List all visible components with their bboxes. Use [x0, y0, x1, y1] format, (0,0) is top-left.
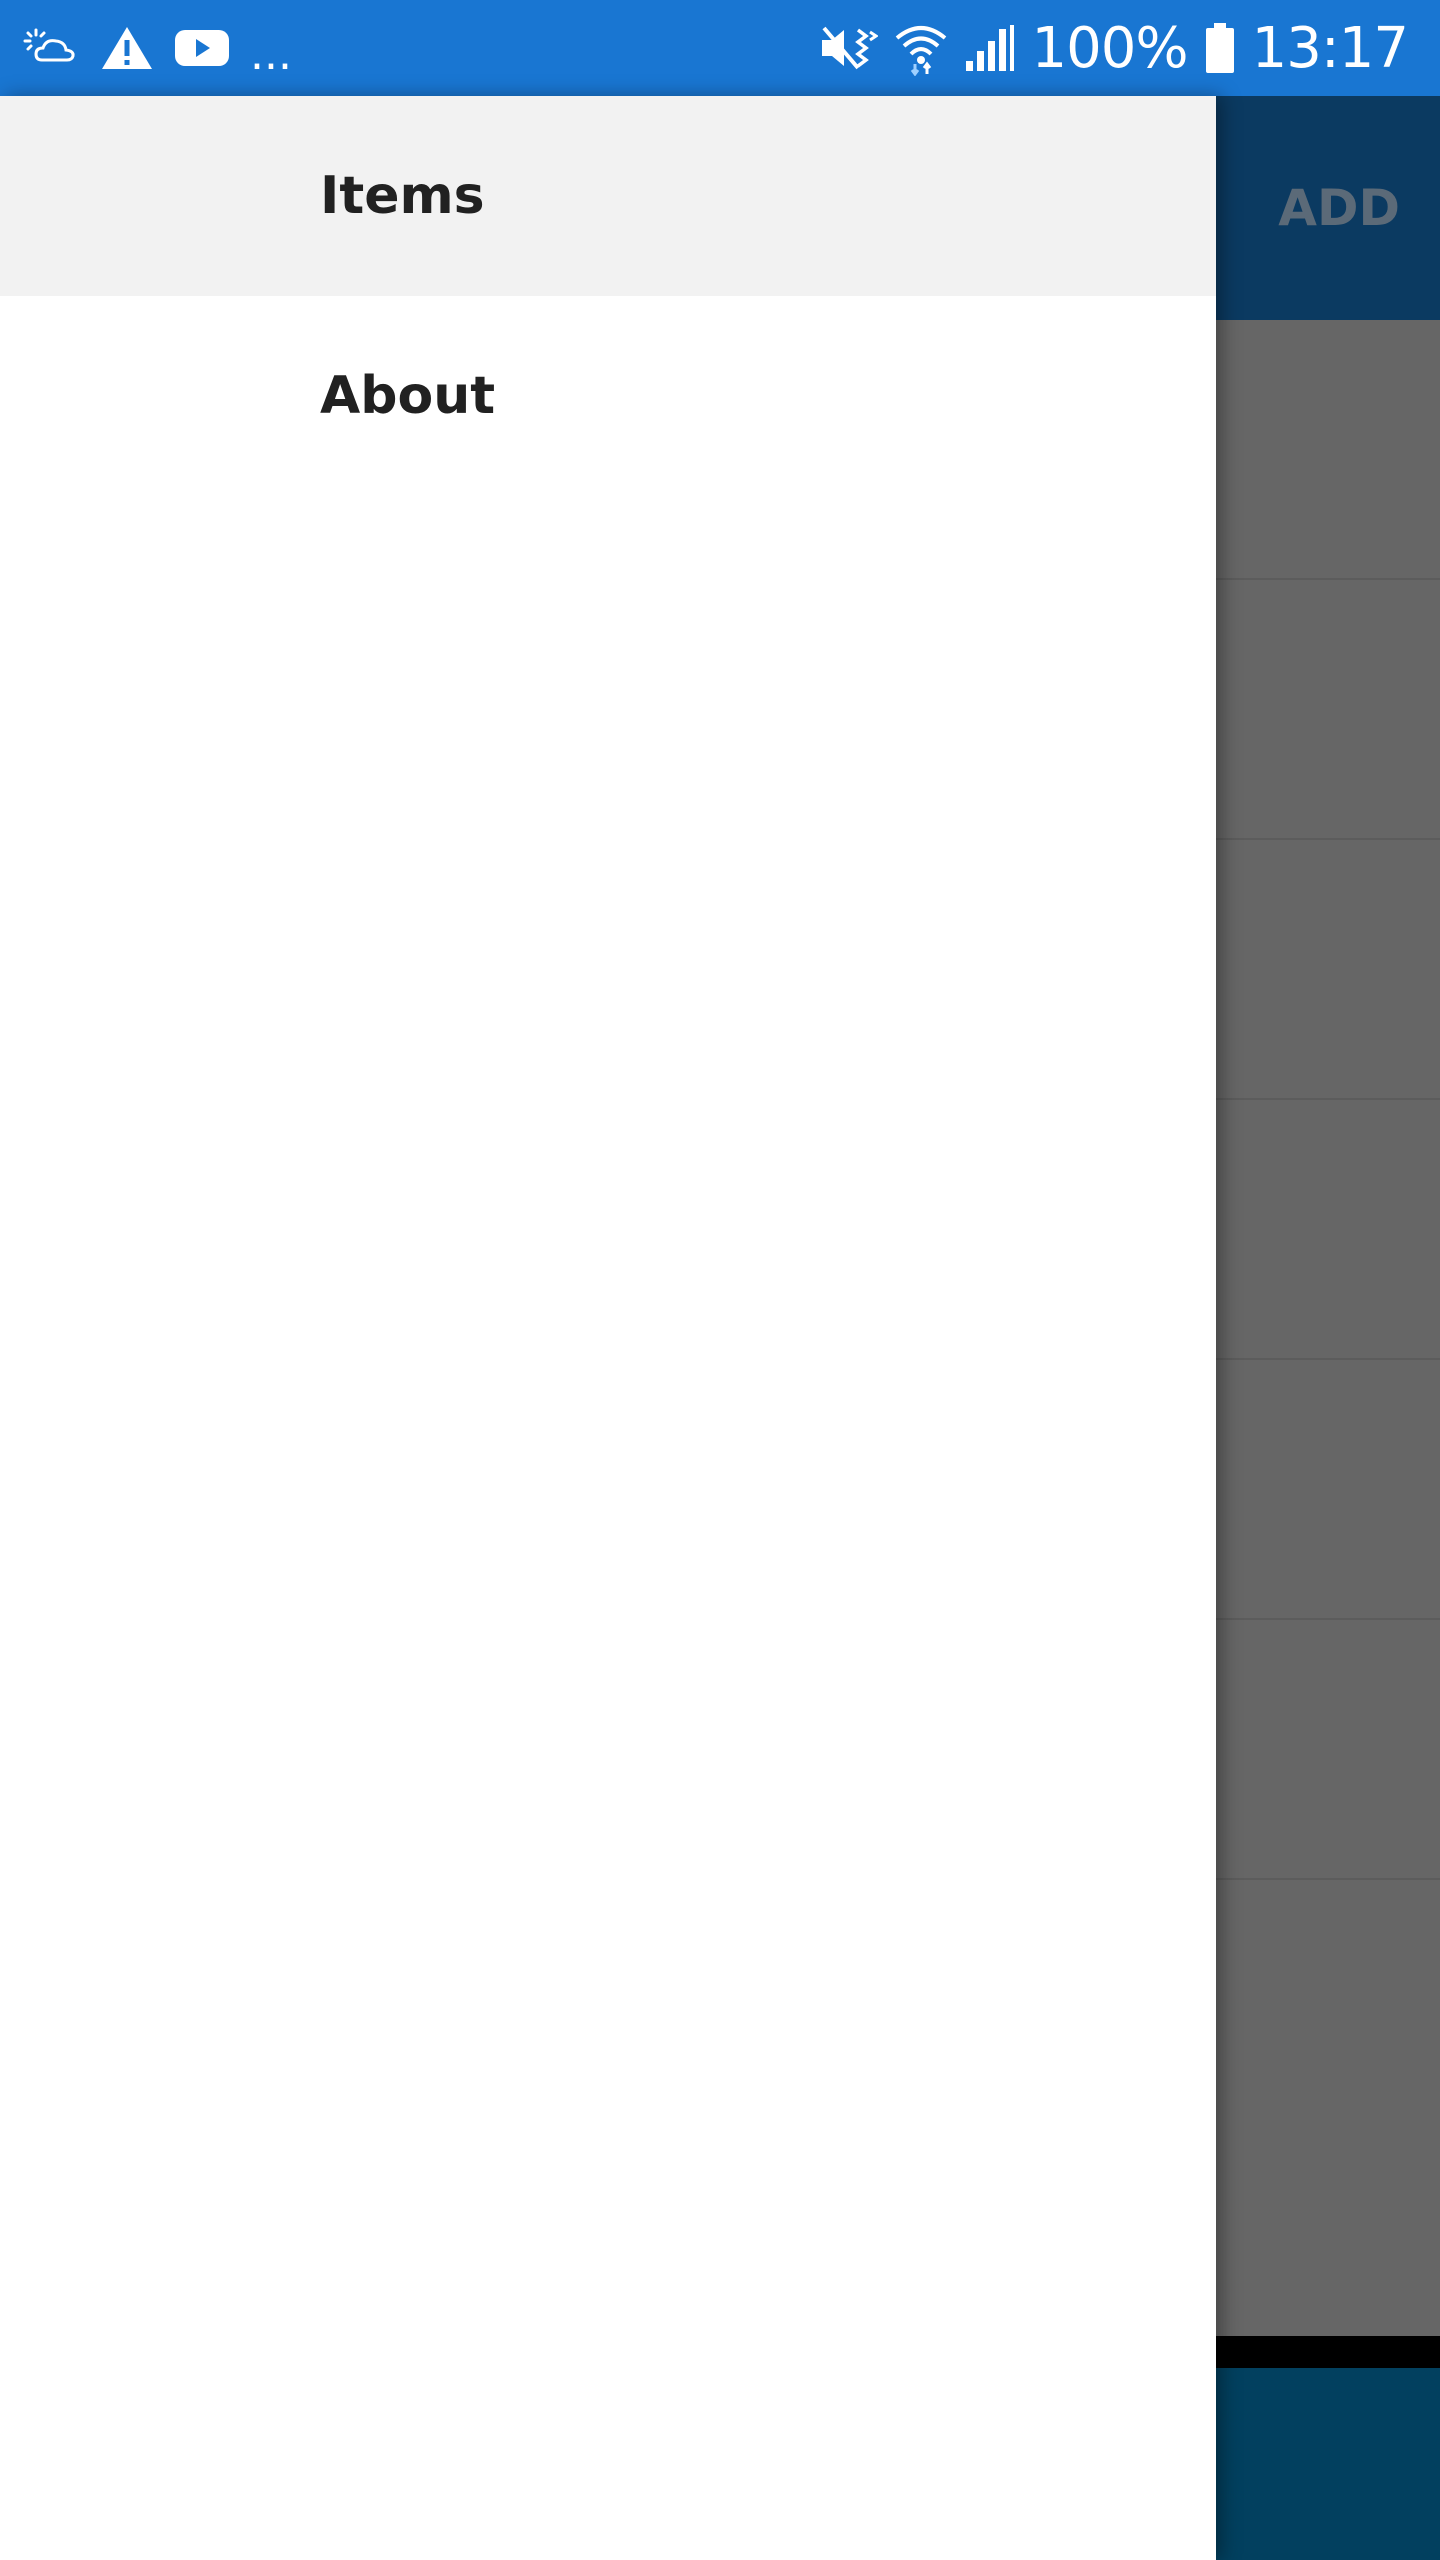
navigation-drawer: Items About	[0, 96, 1216, 2560]
drawer-item-items[interactable]: Items	[0, 96, 1216, 296]
drawer-item-label: About	[320, 366, 496, 426]
youtube-icon	[174, 26, 230, 70]
status-bar: ... 100% 13:17	[0, 0, 1440, 96]
more-notifications-indicator: ...	[250, 29, 292, 80]
status-right: 100% 13:17	[818, 0, 1409, 96]
wifi-icon	[894, 20, 948, 76]
status-left: ...	[22, 0, 292, 96]
battery-percentage: 100%	[1031, 15, 1189, 81]
weather-icon	[22, 24, 80, 72]
signal-icon	[964, 23, 1016, 73]
phone-screen: ... 100% 13:17 ADD Items About	[0, 0, 1440, 2560]
clock: 13:17	[1251, 15, 1409, 81]
warning-icon	[100, 24, 154, 72]
mute-vibrate-icon	[818, 22, 878, 74]
drawer-item-label: Items	[320, 166, 485, 226]
add-button[interactable]: ADD	[1278, 96, 1400, 320]
battery-icon	[1204, 21, 1236, 75]
drawer-item-about[interactable]: About	[0, 296, 1216, 496]
